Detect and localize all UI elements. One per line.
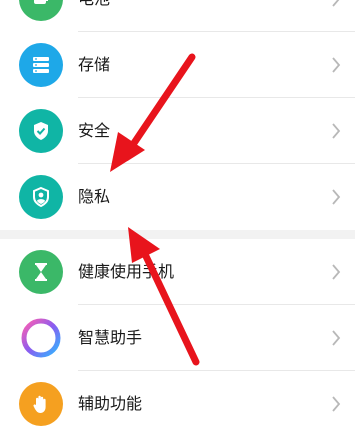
settings-item-security[interactable]: 安全: [0, 98, 355, 164]
settings-item-label: 辅助功能: [78, 394, 143, 413]
hand-icon: [19, 382, 63, 426]
settings-item-accessibility[interactable]: 辅助功能: [0, 371, 355, 437]
chevron-right-icon: [332, 264, 341, 280]
chevron-right-icon: [332, 189, 341, 205]
settings-item-smart-assistant[interactable]: 智慧助手: [0, 305, 355, 371]
settings-item-label: 隐私: [78, 187, 111, 206]
settings-item-label: 电池: [78, 0, 110, 32]
storage-icon: [19, 43, 63, 87]
chevron-right-icon: [332, 0, 340, 7]
shield-icon: [19, 109, 63, 153]
settings-item-digital-balance[interactable]: 健康使用手机: [0, 239, 355, 305]
settings-item-label: 健康使用手机: [78, 262, 175, 281]
assistant-ring-icon: [19, 316, 63, 360]
chevron-right-icon: [332, 57, 341, 73]
chevron-right-icon: [332, 330, 341, 346]
settings-item-privacy[interactable]: 隐私: [0, 164, 355, 230]
chevron-right-icon: [332, 123, 341, 139]
privacy-icon: [19, 175, 63, 219]
settings-item-label: 智慧助手: [78, 328, 143, 347]
battery-icon: [19, 0, 63, 21]
settings-item-storage[interactable]: 存储: [0, 32, 355, 98]
section-separator: [0, 230, 355, 239]
settings-item-label: 安全: [78, 121, 111, 140]
chevron-right-icon: [332, 396, 341, 412]
hourglass-icon: [19, 250, 63, 294]
settings-item-label: 存储: [78, 55, 111, 74]
settings-item-battery[interactable]: 电池: [0, 0, 355, 32]
